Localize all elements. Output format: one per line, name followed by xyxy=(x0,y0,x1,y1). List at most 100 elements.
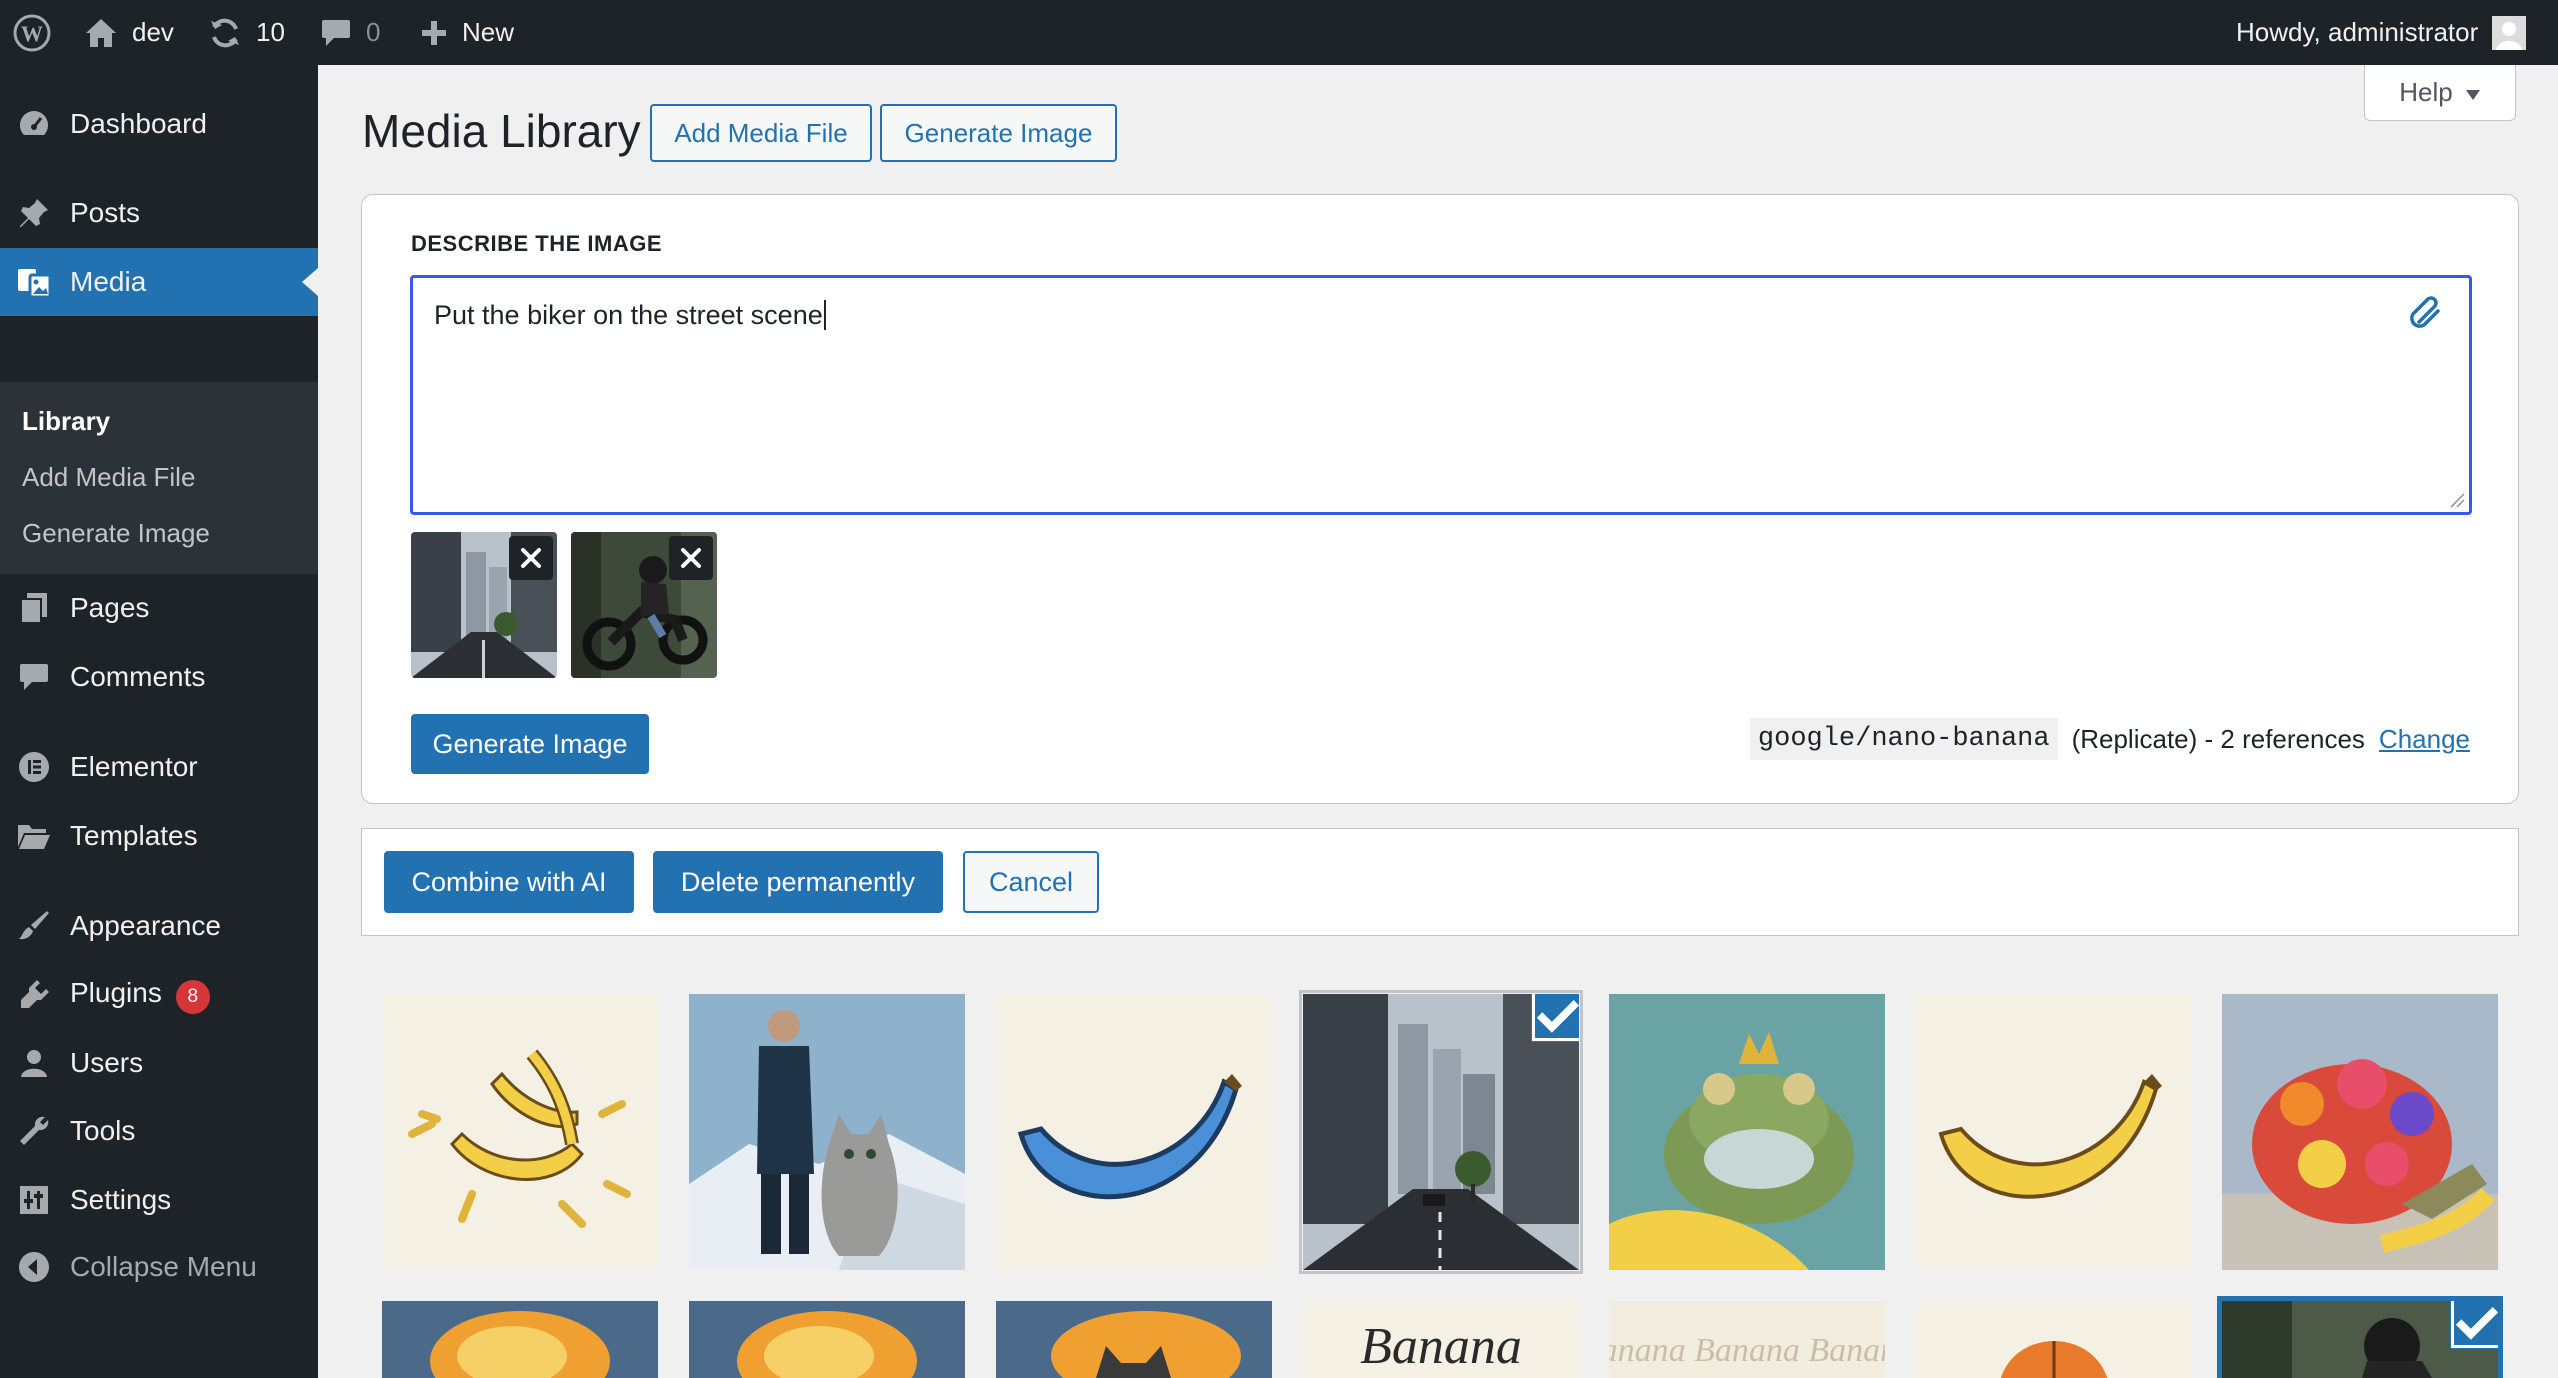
sidebar-item-settings[interactable]: Settings xyxy=(0,1166,318,1234)
sidebar-item-comments[interactable]: Comments xyxy=(0,643,318,711)
brush-icon xyxy=(16,908,52,944)
comments-link[interactable]: 0 xyxy=(320,0,380,65)
media-tile-explosion-cat[interactable] xyxy=(996,1301,1272,1378)
media-tile-man-with-cat-snow[interactable] xyxy=(689,994,965,1270)
media-tile-banana-pattern[interactable]: Banana Banana Banana xyxy=(1609,1301,1885,1378)
media-tile-biker[interactable] xyxy=(2217,1296,2503,1378)
reference-thumbnail-biker xyxy=(571,532,717,678)
wrench-icon xyxy=(16,1113,52,1149)
sidebar-item-templates[interactable]: Templates xyxy=(0,802,318,870)
media-submenu: Library Add Media File Generate Image xyxy=(0,382,318,574)
wordpress-logo-icon[interactable]: W xyxy=(12,0,52,65)
sidebar-item-dashboard[interactable]: Dashboard xyxy=(0,90,318,158)
comment-icon xyxy=(16,659,52,695)
page-title: Media Library xyxy=(362,105,641,157)
sidebar-label: Dashboard xyxy=(70,108,207,139)
change-model-link[interactable]: Change xyxy=(2379,724,2470,755)
sidebar-label: Appearance xyxy=(70,910,222,941)
media-tile-blue-banana[interactable] xyxy=(996,994,1272,1270)
generate-image-header-button[interactable]: Generate Image xyxy=(880,104,1117,162)
pages-icon xyxy=(16,590,52,626)
plus-icon xyxy=(420,19,448,47)
plugins-update-badge: 8 xyxy=(175,979,210,1014)
media-tile-banana[interactable] xyxy=(1916,994,2192,1270)
caret-down-icon xyxy=(2465,77,2481,108)
updates-icon xyxy=(208,16,242,50)
media-icon xyxy=(16,264,52,300)
model-info: google/nano-banana (Replicate) - 2 refer… xyxy=(1749,718,2470,760)
new-label: New xyxy=(462,17,515,47)
sidebar-label: Elementor xyxy=(70,751,198,782)
sidebar-label: Settings xyxy=(70,1184,172,1215)
media-tile-bananas-splash[interactable] xyxy=(382,994,658,1270)
plugin-icon xyxy=(16,977,52,1013)
sidebar-item-elementor[interactable]: Elementor xyxy=(0,733,318,801)
media-tile-flower-turtle[interactable] xyxy=(2222,994,2498,1270)
svg-text:W: W xyxy=(21,21,43,46)
generate-image-button[interactable]: Generate Image xyxy=(411,714,649,774)
dashboard-icon xyxy=(16,106,52,142)
media-tile-frog-king[interactable] xyxy=(1609,994,1885,1270)
sidebar-item-media[interactable]: Media xyxy=(0,248,318,316)
sidebar-item-posts[interactable]: Posts xyxy=(0,179,318,247)
media-tile-orange-fruit[interactable] xyxy=(1916,1301,2192,1378)
site-name-link[interactable]: dev xyxy=(84,0,174,65)
admin-sidebar: Library Add Media File Generate Image Da… xyxy=(0,65,318,1378)
avatar xyxy=(2492,15,2527,50)
sidebar-item-plugins[interactable]: Plugins 8 xyxy=(0,961,318,1029)
updates-count: 10 xyxy=(256,17,285,47)
sidebar-label: Plugins 8 xyxy=(70,977,210,1014)
sidebar-item-users[interactable]: Users xyxy=(0,1029,318,1097)
submenu-generate-image[interactable]: Generate Image xyxy=(22,518,210,549)
sidebar-item-appearance[interactable]: Appearance xyxy=(0,892,318,960)
help-button[interactable]: Help xyxy=(2364,65,2516,121)
sidebar-label: Comments xyxy=(70,661,206,692)
delete-permanently-button[interactable]: Delete permanently xyxy=(653,851,943,913)
admin-bar: W dev 10 0 New Howdy, administrator xyxy=(0,0,2558,65)
model-name: google/nano-banana xyxy=(1749,718,2058,760)
submenu-library[interactable]: Library xyxy=(22,406,110,437)
new-content-link[interactable]: New xyxy=(420,0,514,65)
combine-with-ai-button[interactable]: Combine with AI xyxy=(384,851,634,913)
my-account-link[interactable]: Howdy, administrator xyxy=(2236,0,2527,65)
checkmark-icon[interactable] xyxy=(1532,994,1579,1041)
collapse-icon xyxy=(16,1249,52,1285)
sidebar-label: Posts xyxy=(70,197,141,228)
describe-label: DESCRIBE THE IMAGE xyxy=(411,231,663,256)
checkmark-icon[interactable] xyxy=(2451,1301,2498,1348)
bulk-actions-bar: Combine with AI Delete permanently Cance… xyxy=(361,828,2519,936)
banana-pattern-text: Banana Banana Banana xyxy=(1609,1332,1885,1369)
elementor-icon xyxy=(16,749,52,785)
attach-reference-icon[interactable] xyxy=(2405,292,2445,332)
home-icon xyxy=(84,17,118,49)
sidebar-item-pages[interactable]: Pages xyxy=(0,574,318,642)
sidebar-label: Templates xyxy=(70,820,198,851)
submenu-add-media-file[interactable]: Add Media File xyxy=(22,462,195,493)
sidebar-label: Media xyxy=(70,266,147,297)
comments-count: 0 xyxy=(366,17,381,47)
pin-icon xyxy=(16,195,52,231)
site-name: dev xyxy=(132,17,174,47)
sidebar-label: Users xyxy=(70,1047,144,1078)
media-tile-banana-script[interactable]: Banana xyxy=(1303,1301,1579,1378)
sidebar-item-collapse-menu[interactable]: Collapse Menu xyxy=(0,1233,318,1301)
remove-reference-button[interactable] xyxy=(669,536,713,580)
media-tile-explosion-2[interactable] xyxy=(689,1301,965,1378)
banana-script-text: Banana xyxy=(1360,1318,1522,1375)
media-tile-city-street[interactable] xyxy=(1299,990,1583,1274)
sidebar-item-tools[interactable]: Tools xyxy=(0,1097,318,1165)
howdy-text: Howdy, administrator xyxy=(2236,17,2479,47)
model-suffix: (Replicate) - 2 references xyxy=(2071,723,2365,754)
help-label: Help xyxy=(2399,77,2453,107)
add-media-file-button[interactable]: Add Media File xyxy=(650,104,872,162)
updates-link[interactable]: 10 xyxy=(208,0,285,65)
cancel-button[interactable]: Cancel xyxy=(963,851,1099,913)
sidebar-label: Pages xyxy=(70,592,150,623)
sidebar-label: Tools xyxy=(70,1115,136,1146)
sidebar-label: Collapse Menu xyxy=(70,1251,257,1282)
resize-grip-icon[interactable] xyxy=(2449,492,2465,508)
remove-reference-button[interactable] xyxy=(509,536,553,580)
folder-icon xyxy=(16,818,52,854)
prompt-textarea[interactable]: Put the biker on the street scene xyxy=(410,275,2472,515)
media-tile-explosion-1[interactable] xyxy=(382,1301,658,1378)
